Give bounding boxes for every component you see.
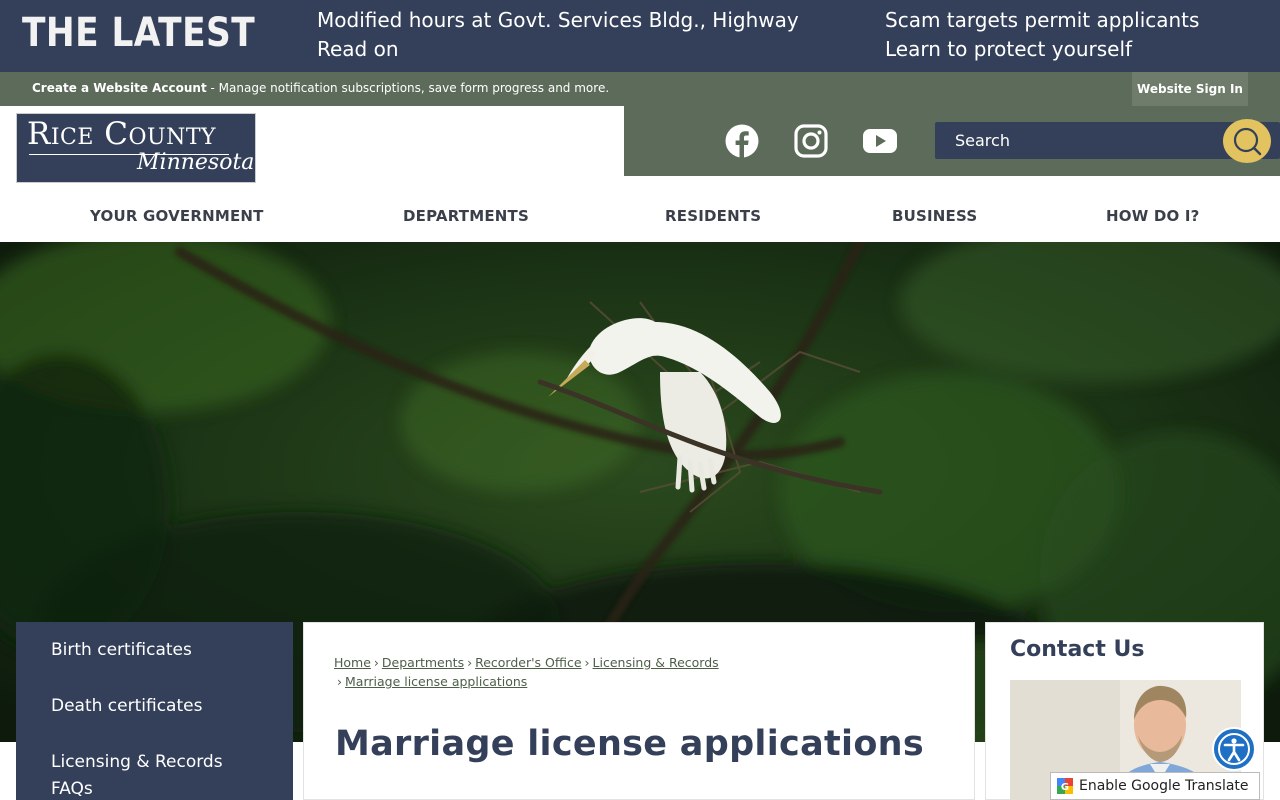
- breadcrumb-current-page[interactable]: Marriage license applications: [345, 674, 527, 689]
- logo-county-name: Rice County: [27, 116, 217, 152]
- breadcrumb-separator: ›: [337, 674, 342, 689]
- google-translate-label: Enable Google Translate: [1079, 778, 1249, 794]
- content-card: Home › Departments › Recorder's Office › Licen…: [303, 622, 975, 800]
- breadcrumb-separator: ›: [467, 655, 473, 670]
- google-translate-button[interactable]: G Enable Google Translate: [1050, 772, 1260, 800]
- account-message: Create a Website Account - Manage notifi…: [32, 81, 609, 95]
- breadcrumb-home[interactable]: Home: [334, 655, 371, 670]
- site-logo[interactable]: Rice County Minnesota: [16, 113, 256, 183]
- svg-text:G: G: [1061, 782, 1069, 793]
- search-input[interactable]: [935, 122, 1225, 159]
- latest-news-banner: THE LATEST Modified hours at Govt. Servi…: [0, 0, 1280, 72]
- breadcrumb: Home › Departments › Recorder's Office › Licen…: [334, 653, 954, 691]
- instagram-icon[interactable]: [793, 123, 829, 159]
- latest-title: THE LATEST: [22, 10, 256, 56]
- breadcrumb-departments[interactable]: Departments: [382, 655, 464, 670]
- nav-how-do-i[interactable]: HOW DO I?: [1106, 207, 1200, 225]
- latest-item-headline[interactable]: Scam targets permit applicants: [885, 6, 1265, 35]
- accessibility-button[interactable]: [1212, 727, 1256, 771]
- search-box: [935, 119, 1280, 163]
- side-menu: Birth certificates Death certificates Li…: [16, 622, 293, 800]
- latest-item-hours[interactable]: Modified hours at Govt. Services Bldg., …: [317, 6, 837, 64]
- website-sign-in-button[interactable]: Website Sign In: [1132, 72, 1248, 106]
- account-description: - Manage notification subscriptions, sav…: [206, 81, 610, 95]
- side-menu-death-certificates[interactable]: Death certificates: [51, 693, 202, 720]
- breadcrumb-licensing-records[interactable]: Licensing & Records: [593, 655, 719, 670]
- breadcrumb-recorders-office[interactable]: Recorder's Office: [475, 655, 581, 670]
- main-navigation: YOUR GOVERNMENT DEPARTMENTS RESIDENTS BU…: [0, 190, 1280, 242]
- latest-item-scam[interactable]: Scam targets permit applicants Learn to …: [885, 6, 1265, 64]
- nav-departments[interactable]: DEPARTMENTS: [403, 207, 529, 225]
- accessibility-icon: [1218, 733, 1250, 765]
- latest-item-link[interactable]: Read on: [317, 35, 837, 64]
- page-title: Marriage license applications: [335, 724, 925, 764]
- search-button[interactable]: [1223, 119, 1271, 163]
- nav-your-government[interactable]: YOUR GOVERNMENT: [90, 207, 264, 225]
- create-account-link[interactable]: Create a Website Account: [32, 81, 207, 95]
- contact-title: Contact Us: [1010, 637, 1145, 662]
- breadcrumb-separator: ›: [584, 655, 590, 670]
- side-menu-birth-certificates[interactable]: Birth certificates: [51, 637, 192, 664]
- nav-business[interactable]: BUSINESS: [892, 207, 977, 225]
- latest-item-headline[interactable]: Modified hours at Govt. Services Bldg., …: [317, 6, 837, 35]
- latest-item-link[interactable]: Learn to protect yourself: [885, 35, 1265, 64]
- google-translate-icon: G: [1057, 778, 1073, 794]
- account-bar: Create a Website Account - Manage notifi…: [0, 72, 1280, 106]
- social-search-panel: [624, 106, 1280, 176]
- search-icon: [1233, 127, 1262, 156]
- nav-residents[interactable]: RESIDENTS: [665, 207, 761, 225]
- youtube-icon[interactable]: [862, 123, 898, 159]
- logo-state-name: Minnesota: [137, 150, 255, 175]
- side-menu-licensing-faqs[interactable]: Licensing & Records FAQs: [51, 749, 251, 800]
- breadcrumb-separator: ›: [373, 655, 379, 670]
- facebook-icon[interactable]: [724, 123, 760, 159]
